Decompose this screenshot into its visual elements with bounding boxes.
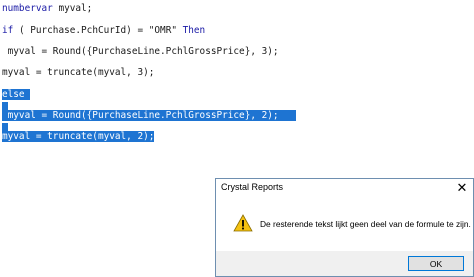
dialog-message: De resterende tekst lijkt geen deel van … (260, 219, 471, 229)
code-line-13-selected: myval = truncate(myval, 2); (2, 130, 155, 143)
dialog-title: Crystal Reports (221, 182, 284, 192)
warning-icon (233, 214, 253, 232)
keyword-then: Then (182, 25, 206, 36)
dialog-footer: OK (216, 251, 473, 276)
code-line-1: numbervar myval; (2, 2, 92, 15)
close-button[interactable]: ✕ (451, 179, 473, 197)
code-text: ( Purchase.PchCurId) = "OMR" (13, 25, 183, 36)
crystal-reports-dialog: Crystal Reports ✕ De resterende tekst li… (215, 178, 474, 277)
code-text: myval = Round({PurchaseLine.PchlGrossPri… (2, 46, 279, 57)
code-text: myval = truncate(myval, 3); (2, 67, 155, 78)
dialog-titlebar[interactable]: Crystal Reports ✕ (216, 179, 473, 197)
code-line-3: if ( Purchase.PchCurId) = "OMR" Then (2, 24, 205, 37)
code-line-7: myval = truncate(myval, 3); (2, 66, 154, 79)
code-text: myval; (52, 3, 93, 14)
dialog-body: De resterende tekst lijkt geen deel van … (216, 197, 473, 251)
selected-text-tail (278, 110, 296, 121)
keyword-if: if (2, 25, 14, 36)
selected-text: myval = Round({PurchaseLine.PchlGrossPri… (2, 110, 279, 121)
selected-text: myval = truncate(myval, 2); (2, 131, 155, 142)
code-line-11-selected: myval = Round({PurchaseLine.PchlGrossPri… (2, 109, 296, 122)
close-icon: ✕ (456, 180, 468, 196)
ok-button[interactable]: OK (408, 256, 464, 271)
selected-text: else (2, 89, 31, 100)
keyword-numbervar: numbervar (2, 3, 53, 14)
code-line-9-selected: else (2, 88, 31, 101)
code-line-5: myval = Round({PurchaseLine.PchlGrossPri… (2, 45, 279, 58)
keyword-else: else (2, 89, 25, 100)
